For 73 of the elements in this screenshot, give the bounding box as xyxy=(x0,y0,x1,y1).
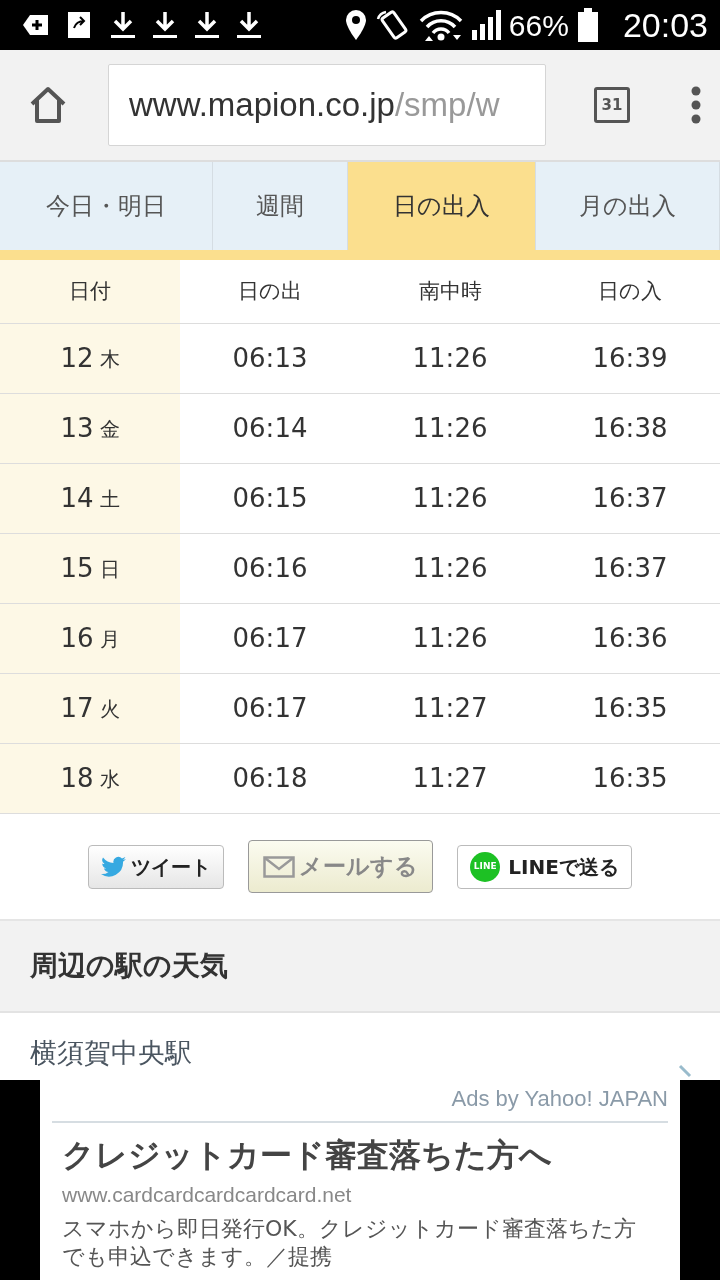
table-cell-text: 16:39 xyxy=(591,342,669,375)
weekday-label: 火 xyxy=(99,695,120,723)
envelope-icon xyxy=(263,855,296,878)
tab[interactable]: 日の出入 xyxy=(348,162,536,250)
download-icon xyxy=(110,10,136,40)
table-cell-text: 16:36 xyxy=(591,622,669,655)
tab[interactable]: 週間 xyxy=(213,162,348,250)
wifi-icon xyxy=(418,9,463,41)
line-share-button[interactable]: LINE LINEで送る xyxy=(457,844,632,889)
notification-icon xyxy=(22,14,50,36)
table-cell-text: 16:35 xyxy=(591,692,669,725)
address-bar[interactable]: www.mapion.co.jp/smp/w xyxy=(108,64,546,146)
download-icon xyxy=(152,10,178,40)
signal-icon xyxy=(470,10,501,40)
url-host: www.mapion.co.jp xyxy=(129,85,395,126)
weekday-label: 木 xyxy=(99,345,120,373)
table-cell-text: 06:18 xyxy=(231,762,309,795)
tab[interactable]: 月の出入 xyxy=(536,162,720,250)
table-cell-text: 16:37 xyxy=(591,552,669,585)
date-day: 14 xyxy=(60,479,94,518)
table-cell-text: 11:27 xyxy=(411,762,489,795)
table-cell-text: 16:37 xyxy=(591,482,669,515)
weekday-label: 月 xyxy=(99,625,120,653)
table-cell-text: 06:14 xyxy=(231,412,309,445)
table-cell-text: 11:27 xyxy=(411,692,489,725)
table-cell-text: 11:26 xyxy=(411,622,489,655)
ad-description: スマホから即日発行OK。クレジットカード審査落ちた方でも申込できます。／提携 xyxy=(62,1214,637,1272)
tab-switcher-button[interactable]: 31 xyxy=(594,87,630,123)
station-link[interactable]: 横須賀中央駅 xyxy=(30,1037,192,1070)
column-header: 日付 xyxy=(0,260,180,323)
table-cell-text: 06:17 xyxy=(231,692,309,725)
weekday-label: 土 xyxy=(99,485,120,513)
ad-provider: Ads by Yahoo! JAPAN xyxy=(52,1080,668,1123)
chevron-icon xyxy=(678,1064,694,1078)
bird-icon xyxy=(101,855,128,878)
table-cell-text: 11:26 xyxy=(411,482,489,515)
home-icon[interactable] xyxy=(28,86,68,124)
weekday-label: 日 xyxy=(99,555,120,583)
date-day: 12 xyxy=(60,339,94,378)
ad-title: クレジットカード審査落ちた方へ xyxy=(62,1135,553,1176)
battery-icon xyxy=(576,8,599,42)
column-header: 南中時 xyxy=(417,277,483,305)
battery-percentage: 66% xyxy=(508,7,569,44)
ad-card[interactable]: Ads by Yahoo! JAPAN クレジットカード審査落ちた方へ www.cardcardcardcardcard.net スマホから即日発行OK。クレジットカード審査落ちた方でも申込できます。／提携 xyxy=(40,1080,680,1280)
download-icon xyxy=(194,10,220,40)
table-cell-text: 06:17 xyxy=(231,622,309,655)
url-path: /smp/w xyxy=(394,85,500,126)
table-cell-text: 11:26 xyxy=(411,342,489,375)
weekday-label: 水 xyxy=(99,765,120,793)
table-cell-text: 11:26 xyxy=(411,412,489,445)
ad-url: www.cardcardcardcardcard.net xyxy=(62,1182,353,1208)
overflow-menu-icon[interactable] xyxy=(690,86,702,124)
date-day: 13 xyxy=(60,409,94,448)
line-logo-icon: LINE xyxy=(470,851,501,882)
table-cell-text: 11:26 xyxy=(411,552,489,585)
weekday-label: 金 xyxy=(99,415,120,443)
tab[interactable]: 今日・明日 xyxy=(0,162,213,250)
table-cell-text: 16:38 xyxy=(591,412,669,445)
column-header: 日の入 xyxy=(597,277,663,305)
table-cell-text: 06:16 xyxy=(231,552,309,585)
table-cell-text: 06:15 xyxy=(231,482,309,515)
date-day: 15 xyxy=(60,549,94,588)
date-day: 17 xyxy=(60,689,94,728)
date-day: 18 xyxy=(60,759,94,798)
tweet-button[interactable]: ツイート xyxy=(88,844,225,889)
date-day: 16 xyxy=(60,619,94,658)
location-icon xyxy=(344,9,367,41)
table-cell-text: 16:35 xyxy=(591,762,669,795)
table-cell-text: 06:13 xyxy=(231,342,309,375)
column-header: 日の出 xyxy=(237,277,303,305)
clock-time: 20:03 xyxy=(622,4,708,46)
section-title: 周辺の駅の天気 xyxy=(30,948,228,984)
download-icon xyxy=(236,10,262,40)
